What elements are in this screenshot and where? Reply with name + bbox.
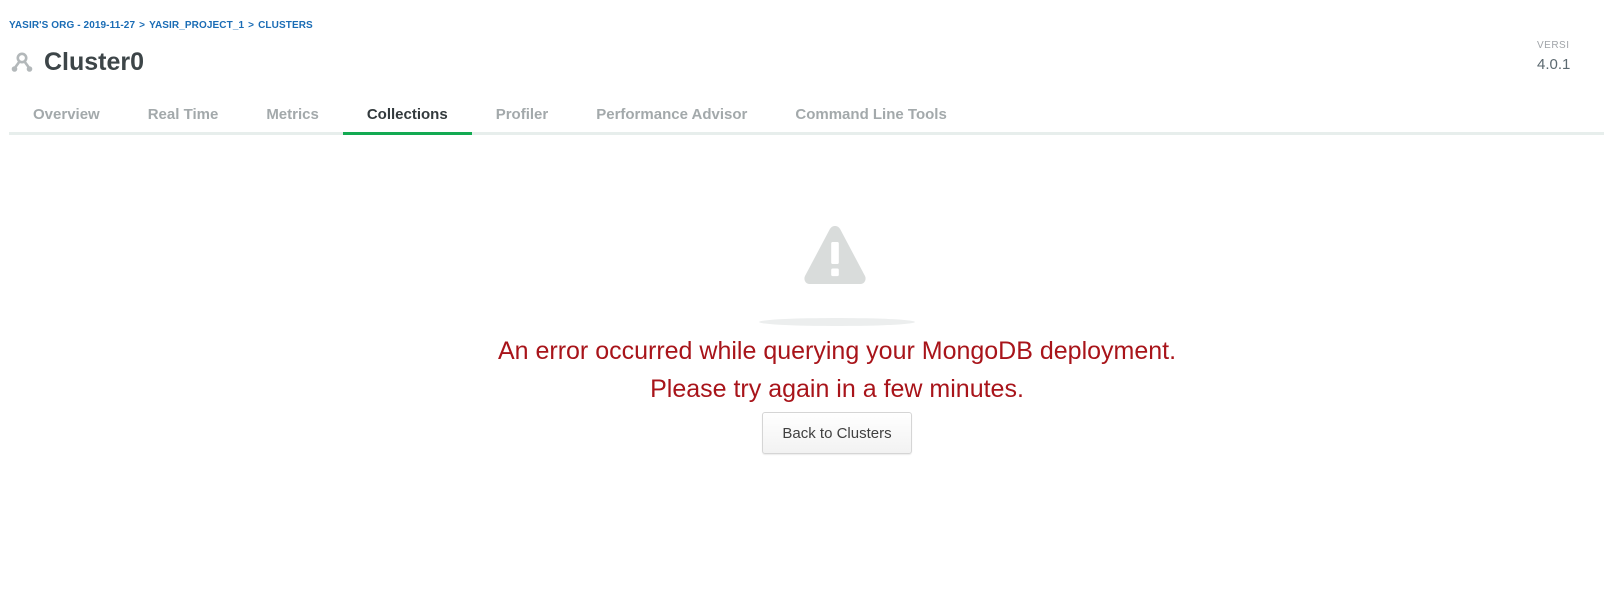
tab-profiler[interactable]: Profiler [472, 98, 573, 132]
breadcrumb-project-link[interactable]: YASIR_PROJECT_1 [149, 20, 244, 31]
breadcrumb-separator: > [248, 20, 255, 31]
page: YASIR'S ORG - 2019-11-27 > YASIR_PROJECT_1… [0, 0, 1604, 601]
tab-overview[interactable]: Overview [9, 98, 124, 132]
warning-graphic [757, 222, 917, 332]
breadcrumb: YASIR'S ORG - 2019-11-27 > YASIR_PROJECT_1… [9, 20, 313, 31]
error-panel: An error occurred while querying your Mo… [0, 222, 1604, 454]
error-message-line-2: Please try again in a few minutes. [650, 375, 1024, 403]
cluster-icon [10, 50, 34, 74]
tab-performance-advisor[interactable]: Performance Advisor [572, 98, 771, 132]
tab-metrics[interactable]: Metrics [242, 98, 343, 132]
cluster-header: Cluster0 [10, 46, 144, 78]
error-message-line-1: An error occurred while querying your Mo… [497, 337, 1177, 365]
breadcrumb-clusters-link[interactable]: CLUSTERS [258, 20, 313, 31]
breadcrumb-separator: > [139, 20, 146, 31]
warning-shadow [759, 318, 915, 326]
back-to-clusters-button[interactable]: Back to Clusters [762, 412, 912, 454]
page-title: Cluster0 [44, 48, 145, 76]
breadcrumb-org-link[interactable]: YASIR'S ORG - 2019-11-27 [9, 20, 135, 31]
tab-real-time[interactable]: Real Time [124, 98, 243, 132]
version-value: 4.0.1 [1537, 56, 1571, 73]
warning-icon [804, 226, 866, 284]
version-label: VERSI [1537, 40, 1570, 51]
tab-command-line-tools[interactable]: Command Line Tools [771, 98, 970, 132]
tab-bar: Overview Real Time Metrics Collections P… [9, 98, 1604, 135]
tab-collections[interactable]: Collections [342, 98, 472, 135]
